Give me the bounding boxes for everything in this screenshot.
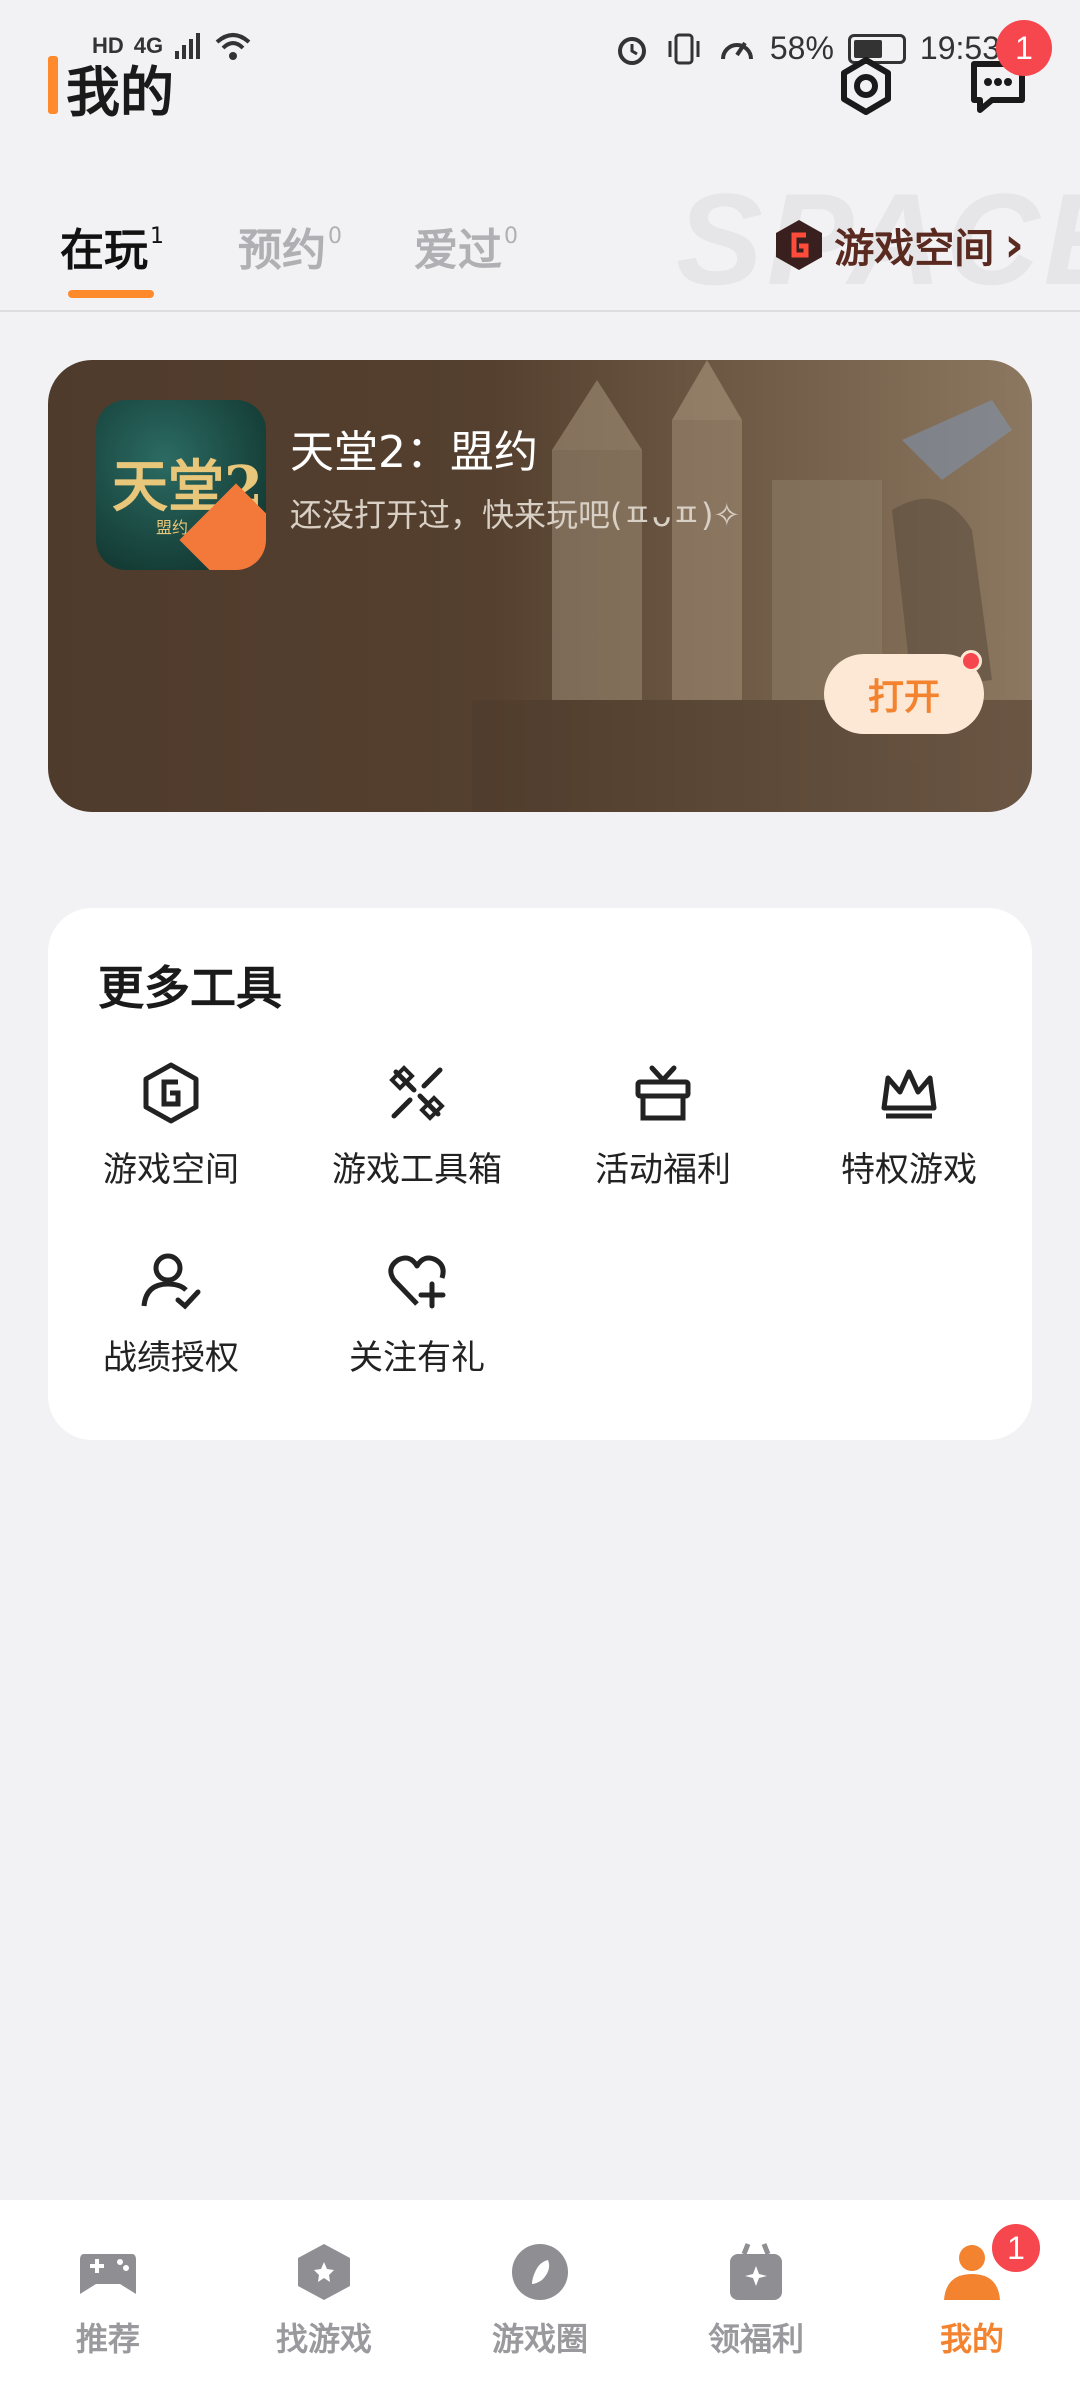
game-space-logo-icon: [776, 220, 823, 270]
tool-follow-gift[interactable]: 关注有礼: [294, 1248, 540, 1398]
tab-count: 0: [328, 224, 342, 250]
tab-bar: SPACE 在玩1 预约0 爱过0 游戏空间 ›: [0, 166, 1080, 312]
tool-game-space[interactable]: 游戏空间: [48, 1060, 294, 1210]
tool-label: 战绩授权: [103, 1338, 239, 1378]
nav-label: 游戏圈: [491, 2320, 588, 2358]
tab-loved[interactable]: 爱过0: [414, 214, 518, 278]
compass-icon: [512, 2244, 568, 2300]
heart-plus-icon: [388, 1255, 446, 1309]
tool-label: 特权游戏: [841, 1150, 977, 1190]
game-banner-art: [472, 360, 1032, 812]
message-button[interactable]: 1: [966, 20, 1052, 118]
tab-playing[interactable]: 在玩1: [60, 214, 164, 278]
nav-label: 我的: [939, 2320, 1004, 2358]
tool-label: 活动福利: [595, 1150, 731, 1190]
tool-toolbox[interactable]: 游戏工具箱: [294, 1060, 540, 1210]
gift-bag-icon: [730, 2243, 782, 2300]
toolbox-icon: [389, 1065, 445, 1121]
tool-label: 游戏空间: [103, 1150, 239, 1190]
crown-icon: [881, 1069, 937, 1119]
tab-label: 爱过: [414, 225, 502, 276]
game-space-icon: [143, 1062, 199, 1124]
tab-count: 1: [150, 224, 164, 250]
nav-mine-badge: 1: [988, 2220, 1044, 2276]
gift-icon: [635, 1065, 691, 1121]
page-title: 我的: [66, 61, 174, 124]
tool-privilege-games[interactable]: 特权游戏: [786, 1060, 1032, 1210]
settings-icon[interactable]: [834, 54, 898, 118]
open-game-button[interactable]: 打开: [824, 654, 984, 734]
gamepad-icon: [80, 2254, 136, 2294]
tool-label: 关注有礼: [349, 1338, 485, 1378]
game-name: 天堂2：盟约: [290, 427, 538, 478]
nav-label: 领福利: [707, 2320, 804, 2358]
page-header: 我的 1: [0, 20, 1080, 160]
tool-activity-benefits[interactable]: 活动福利: [540, 1060, 786, 1210]
nav-get-benefits[interactable]: 领福利: [648, 2240, 864, 2360]
nav-label: 推荐: [75, 2320, 140, 2358]
game-space-link-label: 游戏空间: [834, 226, 995, 272]
bottom-navigation: 推荐 找游戏 游戏圈 领福利 我的 1: [0, 2200, 1080, 2400]
nav-label: 找游戏: [275, 2320, 372, 2358]
nav-game-circle[interactable]: 游戏圈: [432, 2240, 648, 2360]
message-badge: 1: [996, 20, 1052, 76]
game-space-link[interactable]: 游戏空间 ›: [774, 216, 1024, 274]
game-subtitle: 还没打开过，快来玩吧(ㅍᴗㅍ)✧: [290, 496, 741, 534]
more-tools-card: 更多工具 游戏空间 游戏工具箱 活动福利 特权游戏 战绩授权 关注有礼: [48, 908, 1032, 1440]
tab-reserved[interactable]: 预约0: [238, 214, 342, 278]
tab-active-indicator: [68, 290, 154, 298]
title-accent-bar: [48, 56, 58, 114]
more-tools-title: 更多工具: [98, 961, 282, 1015]
chevron-right-icon: ›: [1004, 217, 1024, 273]
nav-find-games[interactable]: 找游戏: [216, 2240, 432, 2360]
tab-count: 0: [504, 224, 518, 250]
nav-mine[interactable]: 我的 1: [864, 2220, 1080, 2360]
tab-label: 预约: [238, 225, 326, 276]
hexagon-star-icon: [298, 2244, 350, 2300]
tool-record-authorization[interactable]: 战绩授权: [48, 1248, 294, 1398]
game-app-icon: 天堂2 盟约: [96, 400, 266, 570]
nav-recommend[interactable]: 推荐: [0, 2240, 216, 2360]
tool-label: 游戏工具箱: [332, 1150, 502, 1190]
tab-label: 在玩: [60, 225, 148, 276]
game-card[interactable]: 天堂2 盟约 天堂2：盟约 还没打开过，快来玩吧(ㅍᴗㅍ)✧ 打开: [48, 360, 1032, 812]
user-check-icon: [141, 1253, 201, 1310]
new-dot-badge: [960, 650, 982, 672]
